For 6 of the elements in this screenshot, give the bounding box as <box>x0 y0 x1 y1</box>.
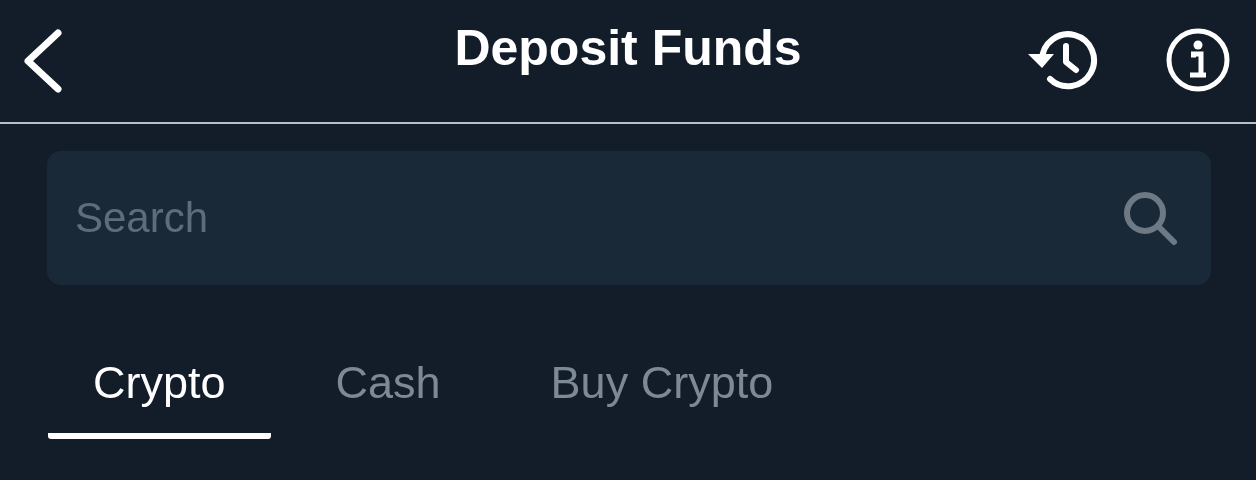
tab[interactable]: Crypto <box>48 357 271 439</box>
page-title: Deposit Funds <box>454 20 802 76</box>
tab[interactable]: Cash <box>290 357 486 439</box>
search-field[interactable]: Search <box>47 151 1211 285</box>
search-icon <box>1121 189 1179 247</box>
tab[interactable]: Buy Crypto <box>505 357 819 439</box>
